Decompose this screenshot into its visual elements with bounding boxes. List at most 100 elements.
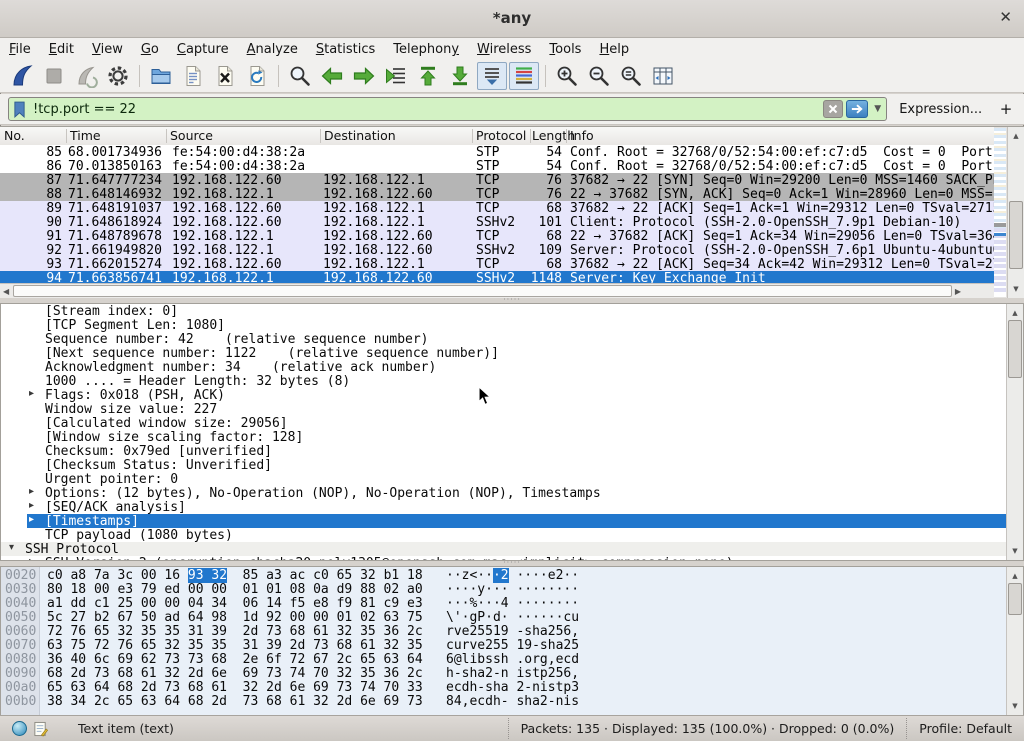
menu-capture[interactable]: Capture [168,39,238,57]
hex-vscroll-thumb[interactable] [1008,583,1022,615]
stop-capture-button[interactable] [39,62,69,90]
hex-row-00a0[interactable]: 00a065 63 64 68 2d 73 68 61 32 2d 6e 69 … [1,680,1023,694]
close-file-button[interactable] [210,62,240,90]
hex-row-0090[interactable]: 009068 2d 73 68 61 32 2d 6e 69 73 74 70 … [1,666,1023,680]
bookmark-icon[interactable] [13,101,26,118]
detail-line[interactable]: ▾SSH Protocol [1,542,1023,556]
detail-scroll-up-icon[interactable]: ▲ [1007,306,1023,320]
open-file-button[interactable] [146,62,176,90]
expert-info-icon[interactable] [12,721,27,736]
go-top-button[interactable] [413,62,443,90]
close-window-button[interactable]: ✕ [999,8,1012,26]
column-separator[interactable] [66,129,67,143]
column-separator[interactable] [472,129,473,143]
detail-line[interactable]: [Window size scaling factor: 128] [1,430,1023,444]
detail-line[interactable]: [Next sequence number: 1122 (relative se… [1,346,1023,360]
menu-file[interactable]: File [0,39,40,57]
column-header-no[interactable]: No. [4,128,25,143]
detail-line[interactable]: ▸Options: (12 bytes), No-Operation (NOP)… [1,486,1023,500]
scroll-down-icon[interactable]: ▼ [1008,282,1024,296]
hex-bytes[interactable]: 36 40 6c 69 62 73 73 68 2e 6f 72 67 2c 6… [47,652,423,667]
column-header-length[interactable]: Length [532,128,575,143]
expanded-icon[interactable]: ▾ [9,542,14,553]
detail-line[interactable]: [Stream index: 0] [1,304,1023,318]
hex-bytes[interactable]: c0 a8 7a 3c 00 16 93 32 85 a3 ac c0 65 3… [47,568,423,583]
detail-line[interactable]: Window size value: 227 [1,402,1023,416]
hex-row-0020[interactable]: 0020c0 a8 7a 3c 00 16 93 32 85 a3 ac c0 … [1,568,1023,582]
capture-options-button[interactable] [103,62,133,90]
title-bar[interactable]: *any ✕ [0,0,1024,38]
hex-row-0030[interactable]: 003080 18 00 e3 79 ed 00 00 01 01 08 0a … [1,582,1023,596]
packet-row-89[interactable]: 8971.648191037192.168.122.60192.168.122.… [0,201,994,215]
packet-list-vertical-scrollbar[interactable]: ▲ ▼ [1007,127,1024,298]
packet-row-92[interactable]: 9271.661949820192.168.122.1192.168.122.6… [0,243,994,257]
hex-bytes[interactable]: 63 75 72 76 65 32 35 35 31 39 2d 73 68 6… [47,638,423,653]
packet-row-90[interactable]: 9071.648618924192.168.122.60192.168.122.… [0,215,994,229]
hex-ascii[interactable]: ···%···4 ········ [446,596,579,611]
packet-row-86[interactable]: 8670.013850163fe:54:00:d4:38:2aSTP54Conf… [0,159,994,173]
column-header-info[interactable]: Info [570,128,594,143]
zoom-original-button[interactable] [616,62,646,90]
hex-ascii[interactable]: rve25519 -sha256, [446,624,579,639]
packet-row-93[interactable]: 9371.662015274192.168.122.60192.168.122.… [0,257,994,271]
column-separator[interactable] [320,129,321,143]
collapsed-icon[interactable]: ▸ [29,514,34,525]
scroll-up-icon[interactable]: ▲ [1008,129,1024,143]
go-bottom-button[interactable] [445,62,475,90]
go-forward-button[interactable] [349,62,379,90]
hex-ascii[interactable]: ··z<···2 ····e2·· [446,568,579,583]
zoom-out-button[interactable] [584,62,614,90]
menu-analyze[interactable]: Analyze [238,39,307,57]
menu-help[interactable]: Help [590,39,638,57]
hex-vertical-scrollbar[interactable]: ▲ ▼ [1006,567,1023,715]
detail-line[interactable]: ▸[Timestamps] [1,514,1023,528]
detail-line[interactable]: TCP payload (1080 bytes) [1,528,1023,542]
display-filter-field[interactable]: ▼ [8,97,887,121]
hex-row-0050[interactable]: 00505c 27 b2 67 50 ad 64 98 1d 92 00 00 … [1,610,1023,624]
colorize-button[interactable] [509,62,539,90]
hex-bytes[interactable]: 72 76 65 32 35 35 31 39 2d 73 68 61 32 3… [47,624,423,639]
menu-telephony[interactable]: Telephony [384,39,468,57]
detail-line[interactable]: [Calculated window size: 29056] [1,416,1023,430]
menu-tools[interactable]: Tools [540,39,590,57]
hex-scroll-down-icon[interactable]: ▼ [1007,699,1023,713]
menu-wireless[interactable]: Wireless [468,39,540,57]
collapsed-icon[interactable]: ▸ [29,486,34,497]
hex-row-0080[interactable]: 008036 40 6c 69 62 73 73 68 2e 6f 72 67 … [1,652,1023,666]
hex-row-0040[interactable]: 0040a1 dd c1 25 00 00 04 34 06 14 f5 e8 … [1,596,1023,610]
status-profile[interactable]: Profile: Default [906,718,1024,739]
capture-comment-icon[interactable] [33,721,48,737]
hex-ascii[interactable]: 6@libssh .org,ecd [446,652,579,667]
hex-ascii[interactable]: h-sha2-n istp256, [446,666,579,681]
hex-row-0060[interactable]: 006072 76 65 32 35 35 31 39 2d 73 68 61 … [1,624,1023,638]
start-capture-button[interactable] [7,62,37,90]
menu-go[interactable]: Go [132,39,168,57]
hex-ascii[interactable]: \'·gP·d· ······cu [446,610,579,625]
column-separator[interactable] [566,129,567,143]
hex-bytes[interactable]: a1 dd c1 25 00 00 04 34 06 14 f5 e8 f9 8… [47,596,423,611]
packet-row-87[interactable]: 8771.647777234192.168.122.60192.168.122.… [0,173,994,187]
hex-bytes[interactable]: 38 34 2c 65 63 64 68 2d 73 68 61 32 2d 6… [47,694,423,709]
restart-capture-button[interactable] [71,62,101,90]
auto-scroll-button[interactable] [477,62,507,90]
zoom-in-button[interactable] [552,62,582,90]
collapsed-icon[interactable]: ▸ [29,388,34,399]
reload-file-button[interactable] [242,62,272,90]
packet-row-85[interactable]: 8568.001734936fe:54:00:d4:38:2aSTP54Conf… [0,145,994,159]
detail-vscroll-thumb[interactable] [1008,320,1022,378]
detail-line[interactable]: 1000 .... = Header Length: 32 bytes (8) [1,374,1023,388]
go-to-packet-button[interactable] [381,62,411,90]
packet-row-91[interactable]: 9171.648789678192.168.122.1192.168.122.6… [0,229,994,243]
column-header-protocol[interactable]: Protocol [476,128,526,143]
hex-bytes[interactable]: 68 2d 73 68 61 32 2d 6e 69 73 74 70 32 3… [47,666,423,681]
filter-history-dropdown-icon[interactable]: ▼ [871,104,886,114]
resize-columns-button[interactable] [648,62,678,90]
hex-bytes[interactable]: 65 63 64 68 2d 73 68 61 32 2d 6e 69 73 7… [47,680,423,695]
column-header-time[interactable]: Time [70,128,101,143]
detail-line[interactable]: Sequence number: 42 (relative sequence n… [1,332,1023,346]
packet-minimap[interactable] [994,128,1006,297]
detail-line[interactable]: ▸Flags: 0x018 (PSH, ACK) [1,388,1023,402]
hex-row-0070[interactable]: 007063 75 72 76 65 32 35 35 31 39 2d 73 … [1,638,1023,652]
column-separator[interactable] [166,129,167,143]
scroll-left-icon[interactable]: ◀ [3,287,9,296]
